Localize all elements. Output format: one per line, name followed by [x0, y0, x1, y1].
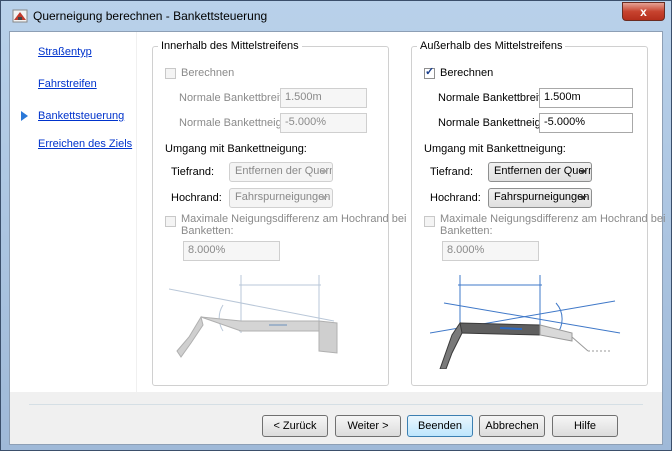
finish-button[interactable]: Beenden: [407, 415, 473, 437]
close-button[interactable]: x: [622, 2, 665, 21]
page-content: Innerhalb des Mittelstreifens Berechnen …: [137, 32, 665, 392]
inside-high-edge-dropdown[interactable]: Fahrspurneigungen a: [229, 188, 333, 208]
current-step-arrow-icon: [21, 111, 28, 121]
next-button[interactable]: Weiter >: [335, 415, 401, 437]
outside-maxdiff-label-line2: Banketten:: [440, 225, 493, 237]
inside-width-label: Normale Bankettbreite:: [179, 92, 292, 104]
outside-shoulder-diagram-image: [430, 275, 621, 369]
inside-handling-label: Umgang mit Bankettneigung:: [165, 143, 307, 155]
inside-maxdiff-label-line2: Banketten:: [181, 225, 234, 237]
outside-width-field[interactable]: 1.500m: [539, 88, 633, 108]
inside-low-edge-dropdown[interactable]: Entfernen der Querne: [229, 162, 333, 182]
inside-low-edge-value: Entfernen der Querne: [235, 165, 333, 177]
outside-low-edge-label: Tiefrand:: [430, 166, 474, 178]
inside-calculate-label: Berechnen: [181, 67, 235, 79]
inside-low-edge-label: Tiefrand:: [171, 166, 215, 178]
outside-high-edge-label: Hochrand:: [430, 192, 481, 204]
inside-maxdiff-checkbox[interactable]: [165, 216, 176, 227]
inside-shoulder-diagram-image: [169, 275, 338, 358]
outside-low-edge-dropdown[interactable]: Entfernen der Querne: [488, 162, 592, 182]
outside-handling-label: Umgang mit Bankettneigung:: [424, 143, 566, 155]
title-bar[interactable]: Querneigung berechnen - Bankettsteuerung…: [1, 1, 671, 31]
inside-maxdiff-label-line1: Maximale Neigungsdifferenz am Hochrand b…: [181, 213, 407, 225]
outside-slope-field[interactable]: -5.000%: [539, 113, 633, 133]
outside-calculate-label: Berechnen: [440, 67, 494, 79]
inside-maxdiff-field[interactable]: 8.000%: [183, 241, 280, 261]
inside-high-edge-value: Fahrspurneigungen a: [235, 191, 333, 203]
chevron-down-icon: [320, 170, 328, 174]
inside-slope-field[interactable]: -5.000%: [280, 113, 367, 133]
dialog-client-area: Straßentyp Fahrstreifen Bankettsteuerung…: [9, 31, 665, 445]
chevron-down-icon: [579, 196, 587, 200]
inside-calculate-checkbox[interactable]: [165, 68, 176, 79]
outside-calculate-checkbox[interactable]: [424, 65, 435, 79]
inside-median-group: Innerhalb des Mittelstreifens Berechnen …: [152, 40, 406, 386]
outside-group-title: Außerhalb des Mittelstreifens: [417, 40, 566, 52]
outside-high-edge-dropdown[interactable]: Fahrspurneigungen a: [488, 188, 592, 208]
inside-group-title: Innerhalb des Mittelstreifens: [158, 40, 302, 52]
civil3d-app-icon: [12, 9, 28, 23]
chevron-down-icon: [320, 196, 328, 200]
nav-item-strassentyp[interactable]: Straßentyp: [38, 46, 92, 58]
cancel-button[interactable]: Abbrechen: [479, 415, 545, 437]
inside-high-edge-label: Hochrand:: [171, 192, 222, 204]
dialog-window: Querneigung berechnen - Bankettsteuerung…: [0, 0, 672, 451]
nav-item-fahrstreifen[interactable]: Fahrstreifen: [38, 78, 97, 90]
button-separator: [29, 404, 643, 405]
wizard-navigation: Straßentyp Fahrstreifen Bankettsteuerung…: [10, 32, 136, 392]
nav-item-bankettsteuerung[interactable]: Bankettsteuerung: [38, 110, 124, 122]
outside-median-group: Außerhalb des Mittelstreifens Berechnen …: [411, 40, 665, 386]
window-title: Querneigung berechnen - Bankettsteuerung: [33, 9, 268, 23]
help-button[interactable]: Hilfe: [552, 415, 618, 437]
outside-width-label: Normale Bankettbreite:: [438, 92, 551, 104]
nav-item-erreichen-des-ziels[interactable]: Erreichen des Ziels: [38, 138, 132, 150]
inside-width-field[interactable]: 1.500m: [280, 88, 367, 108]
outside-maxdiff-checkbox[interactable]: [424, 216, 435, 227]
outside-low-edge-value: Entfernen der Querne: [494, 165, 592, 177]
outside-high-edge-value: Fahrspurneigungen a: [494, 191, 592, 203]
back-button[interactable]: < Zurück: [262, 415, 328, 437]
chevron-down-icon: [579, 170, 587, 174]
outside-maxdiff-field[interactable]: 8.000%: [442, 241, 539, 261]
outside-maxdiff-label-line1: Maximale Neigungsdifferenz am Hochrand b…: [440, 213, 666, 225]
